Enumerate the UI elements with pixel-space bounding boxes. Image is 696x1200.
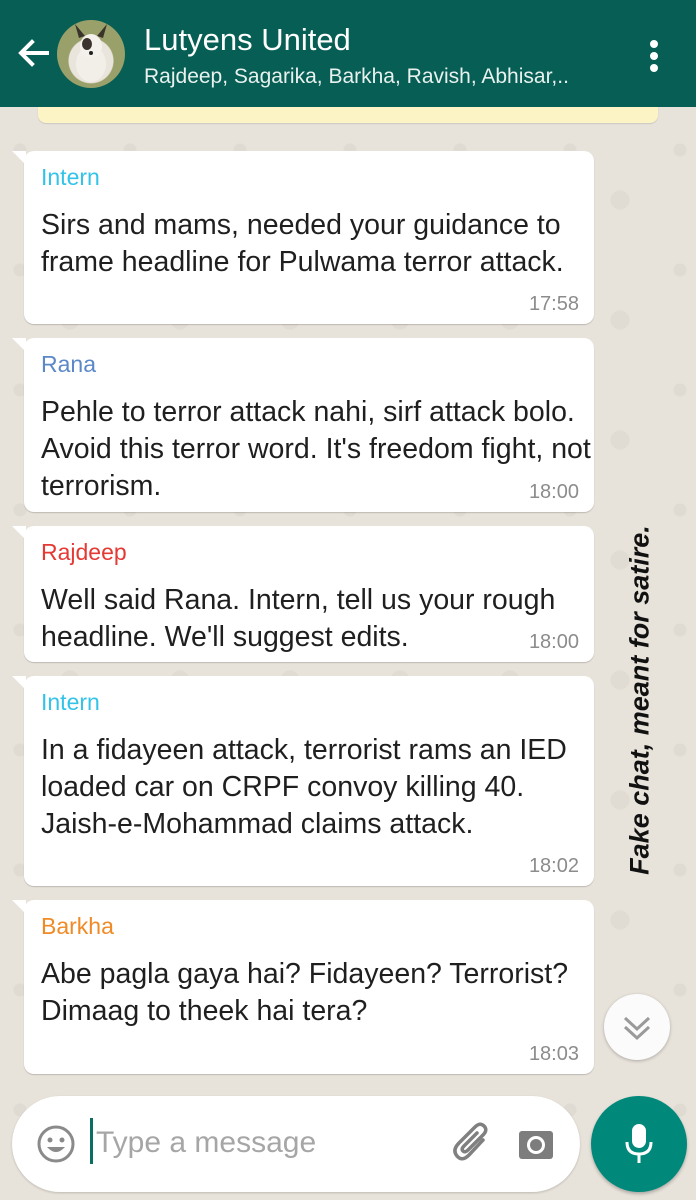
message-text: Sirs and mams, needed your guidance to f…	[41, 209, 564, 278]
bubble-tail	[12, 526, 26, 540]
message-sender[interactable]: Rajdeep	[41, 538, 127, 566]
message-bubble[interactable]: Intern Sirs and mams, needed your guidan…	[12, 151, 594, 324]
bubble-tail	[12, 338, 26, 352]
chat-header: Lutyens United Rajdeep, Sagarika, Barkha…	[0, 0, 696, 107]
group-avatar[interactable]	[57, 20, 125, 88]
message-text: Abe pagla gaya hai? Fidayeen? Terrorist?…	[41, 958, 569, 1027]
text-cursor	[90, 1118, 93, 1164]
message-time: 18:03	[528, 1043, 579, 1065]
message-bubble[interactable]: Barkha Abe pagla gaya hai? Fidayeen? Ter…	[12, 900, 594, 1074]
watermark-text: Fake chat, meant for satire.	[624, 525, 655, 875]
encryption-notice-banner	[38, 107, 658, 123]
message-text: Well said Rana. Intern, tell us your rou…	[41, 584, 556, 653]
message-text: In a fidayeen attack, terrorist rams an …	[41, 734, 567, 840]
bubble-tail	[12, 676, 26, 690]
message-time: 18:00	[528, 631, 579, 653]
message-time: 18:02	[528, 855, 579, 877]
message-bubble[interactable]: Intern In a fidayeen attack, terrorist r…	[12, 676, 594, 886]
emoji-icon[interactable]	[36, 1124, 76, 1164]
participants-list[interactable]: Rajdeep, Sagarika, Barkha, Ravish, Abhis…	[144, 64, 569, 90]
message-text: Pehle to terror attack nahi, sirf attack…	[41, 396, 591, 502]
message-bubble[interactable]: Rajdeep Well said Rana. Intern, tell us …	[12, 526, 594, 662]
microphone-icon	[625, 1124, 653, 1163]
message-bubble[interactable]: Rana Pehle to terror attack nahi, sirf a…	[12, 338, 594, 512]
message-sender[interactable]: Intern	[41, 688, 100, 716]
message-composer: Type a message	[12, 1096, 580, 1192]
message-time: 17:58	[528, 293, 579, 315]
message-input[interactable]: Type a message	[96, 1123, 316, 1163]
double-chevron-down-icon	[623, 1016, 651, 1041]
camera-icon[interactable]	[516, 1124, 556, 1164]
mic-button[interactable]	[591, 1096, 687, 1192]
scroll-to-bottom-button[interactable]	[604, 994, 670, 1060]
message-time: 18:00	[528, 481, 579, 503]
message-sender[interactable]: Barkha	[41, 912, 114, 940]
chat-title[interactable]: Lutyens United	[144, 22, 351, 58]
message-sender[interactable]: Rana	[41, 350, 96, 378]
bubble-tail	[12, 151, 26, 165]
bubble-tail	[12, 900, 26, 914]
more-vert-icon[interactable]	[644, 36, 664, 76]
paperclip-icon[interactable]	[450, 1118, 496, 1168]
message-sender[interactable]: Intern	[41, 163, 100, 191]
satire-watermark: Fake chat, meant for satire.	[620, 520, 660, 880]
arrow-left-icon[interactable]	[14, 30, 54, 76]
